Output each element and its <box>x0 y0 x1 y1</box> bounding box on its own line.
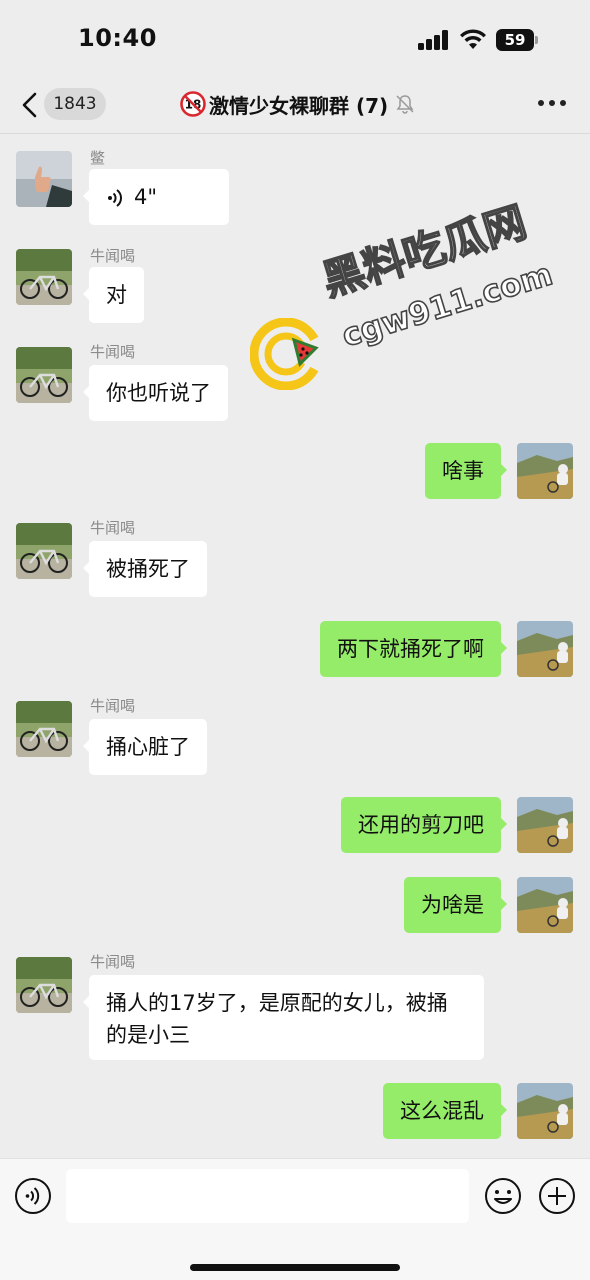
cellular-signal-icon <box>418 30 450 50</box>
status-time: 10:40 <box>78 24 157 52</box>
message-incoming: 牛闻喝 捅心脏了 <box>0 693 590 783</box>
message-incoming: 牛闻喝 被捅死了 <box>0 515 590 605</box>
message-outgoing: 这么混乱 <box>0 1075 590 1149</box>
home-indicator[interactable] <box>190 1264 400 1271</box>
bicycle-avatar[interactable] <box>16 347 72 403</box>
text-message-bubble[interactable]: 捅心脏了 <box>83 719 207 775</box>
bicycle-avatar[interactable] <box>16 957 72 1013</box>
wifi-icon <box>460 29 486 49</box>
hillside-avatar[interactable] <box>517 443 573 499</box>
battery-icon: 59 <box>496 29 538 51</box>
message-outgoing: 为啥是 <box>0 870 590 944</box>
emoji-icon[interactable] <box>484 1177 522 1215</box>
hillside-avatar[interactable] <box>517 1083 573 1139</box>
sender-name: 鳖 <box>90 149 106 167</box>
chat-title: 激情少女裸聊群 (7) <box>209 93 389 118</box>
message-outgoing: 两下就捅死了啊 <box>0 613 590 687</box>
bell-slash-icon <box>396 95 414 114</box>
input-bar <box>0 1158 590 1280</box>
message-incoming: 鳖 4" <box>0 135 590 235</box>
message-incoming: 牛闻喝 捅人的17岁了，是原配的女儿，被捅的是小三 <box>0 949 590 1069</box>
sender-name: 牛闻喝 <box>90 343 136 361</box>
hillside-avatar[interactable] <box>517 877 573 933</box>
message-incoming: 牛闻喝 对 <box>0 239 590 329</box>
chat-header: 1843 18 激情少女裸聊群 (7) <box>0 78 590 134</box>
message-incoming: 牛闻喝 你也听说了 <box>0 337 590 427</box>
message-outgoing: 还用的剪刀吧 <box>0 791 590 865</box>
more-options-icon[interactable] <box>538 100 566 108</box>
battery-level: 59 <box>496 29 534 51</box>
bicycle-avatar[interactable] <box>16 701 72 757</box>
status-bar: 10:40 59 <box>0 0 590 78</box>
text-message-bubble[interactable]: 这么混乱 <box>383 1083 507 1139</box>
text-message-bubble[interactable]: 两下就捅死了啊 <box>320 621 507 677</box>
sender-name: 牛闻喝 <box>90 519 136 537</box>
hillside-avatar[interactable] <box>517 797 573 853</box>
chevron-left-icon[interactable] <box>18 90 42 120</box>
sender-name: 牛闻喝 <box>90 247 136 265</box>
text-message-bubble[interactable]: 还用的剪刀吧 <box>341 797 507 853</box>
text-message-bubble[interactable]: 被捅死了 <box>83 541 207 597</box>
message-outgoing: 啥事 <box>0 435 590 509</box>
text-message-bubble[interactable]: 对 <box>83 267 144 323</box>
text-message-bubble[interactable]: 你也听说了 <box>83 365 228 421</box>
chat-title-group[interactable]: 18 激情少女裸聊群 (7) <box>180 88 416 120</box>
voice-message-bubble[interactable]: 4" <box>83 169 229 225</box>
hillside-avatar[interactable] <box>517 621 573 677</box>
sender-name: 牛闻喝 <box>90 953 136 971</box>
text-message-bubble[interactable]: 捅人的17岁了，是原配的女儿，被捅的是小三 <box>83 975 484 1060</box>
thumbs-up-avatar[interactable] <box>16 151 72 207</box>
plus-icon[interactable] <box>538 1177 576 1215</box>
message-list[interactable]: 鳖 4" 牛闻喝 对 牛闻喝 你也听说了 啥事 牛闻喝 被捅死了 两下就捅死了啊… <box>0 135 590 1157</box>
age-18-prohibited-icon: 18 <box>180 91 206 117</box>
text-message-bubble[interactable]: 为啥是 <box>404 877 507 933</box>
bicycle-avatar[interactable] <box>16 523 72 579</box>
unread-count-badge[interactable]: 1843 <box>44 88 106 120</box>
bicycle-avatar[interactable] <box>16 249 72 305</box>
voice-duration: 4" <box>134 185 158 209</box>
voice-input-icon[interactable] <box>14 1177 52 1215</box>
text-message-bubble[interactable]: 啥事 <box>425 443 507 499</box>
message-input[interactable] <box>66 1169 469 1223</box>
voice-wave-icon <box>108 189 122 207</box>
sender-name: 牛闻喝 <box>90 697 136 715</box>
